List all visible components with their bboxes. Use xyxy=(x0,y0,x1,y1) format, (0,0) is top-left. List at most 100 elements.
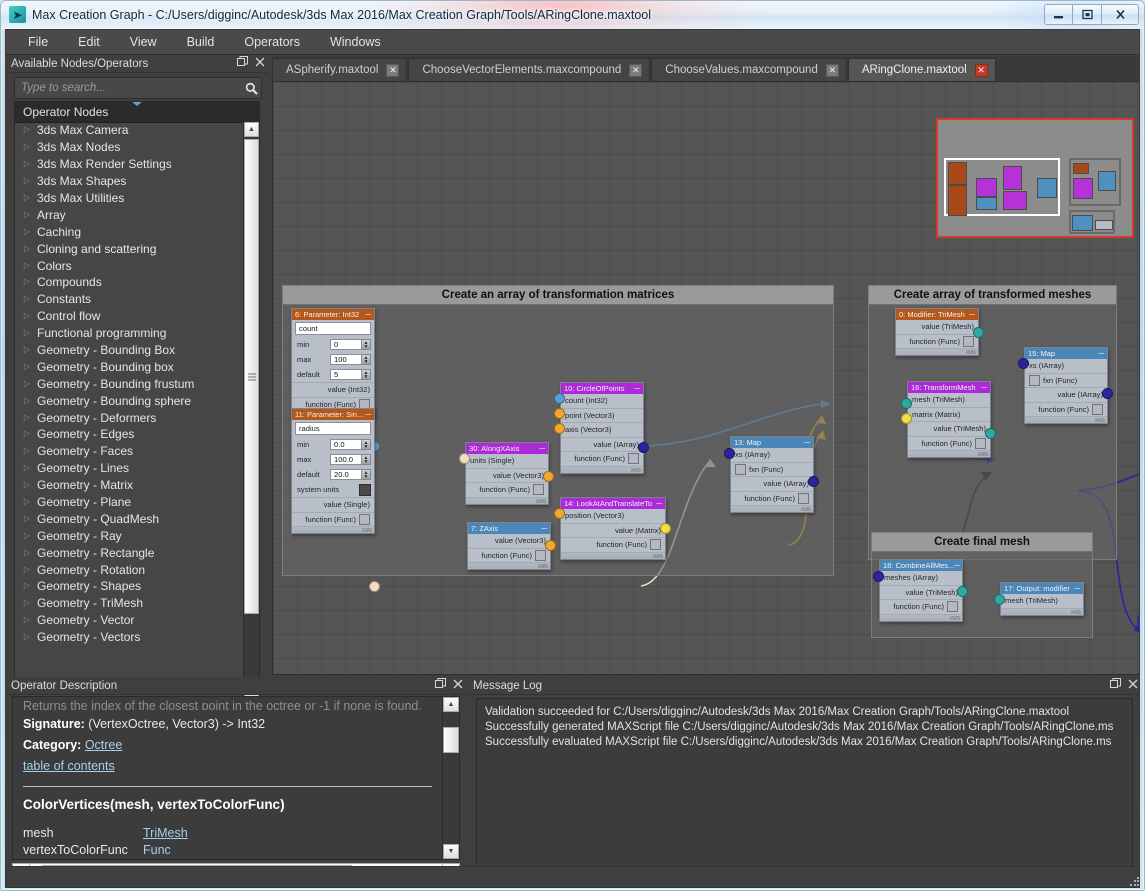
tree-item[interactable]: ▷ Geometry - Vectors xyxy=(15,629,245,646)
chevron-right-icon[interactable]: ▷ xyxy=(19,447,35,455)
close-icon[interactable] xyxy=(1128,679,1138,692)
node-7-zaxis[interactable]: 7: ZAxis ─ value (Vector3) function (Func… xyxy=(467,522,551,570)
chevron-right-icon[interactable]: ▷ xyxy=(19,413,35,422)
default-stepper[interactable]: 20.0 ▲ ▼ xyxy=(330,468,371,481)
min-value[interactable]: 0.0 xyxy=(330,438,362,451)
min-value[interactable]: 0 xyxy=(330,338,362,351)
restore-icon[interactable] xyxy=(435,678,446,692)
node-input-position[interactable]: position (Vector3) xyxy=(561,509,665,523)
node-output-function[interactable]: function (Func) xyxy=(896,333,978,349)
node-output-value[interactable]: value (Matrix) xyxy=(561,522,665,538)
scroll-up-icon[interactable]: ▲ xyxy=(443,697,459,712)
tree-header[interactable]: Operator Nodes xyxy=(15,102,259,123)
menu-edit[interactable]: Edit xyxy=(66,32,112,52)
collapse-icon[interactable]: ─ xyxy=(539,444,545,453)
tree-item[interactable]: ▷ Functional programming xyxy=(15,325,245,342)
port-xs-iarray[interactable] xyxy=(724,448,735,459)
func-socket[interactable] xyxy=(628,453,639,465)
fxn-socket[interactable] xyxy=(1029,374,1040,386)
node-resize-handle[interactable] xyxy=(908,450,990,457)
port-value-vector3[interactable] xyxy=(545,540,556,551)
node-input-axis[interactable]: axis (Vector3) xyxy=(561,422,643,437)
node-output-function[interactable]: function (Func) xyxy=(880,599,962,614)
restore-icon[interactable] xyxy=(1110,678,1121,692)
max-stepper[interactable]: 100 ▲ ▼ xyxy=(330,353,371,366)
node-output-value[interactable]: value (IArray) xyxy=(731,476,813,491)
node-15-map[interactable]: 15: Map ─ xs (IArray) fxn (Func) value (I… xyxy=(1024,347,1108,424)
chevron-right-icon[interactable]: ▷ xyxy=(19,616,35,624)
port-axis-vector3[interactable] xyxy=(554,423,565,434)
tree-item[interactable]: ▷ Geometry - Bounding sphere xyxy=(15,392,245,409)
chevron-right-icon[interactable]: ▷ xyxy=(19,244,35,253)
node-output-function[interactable]: function (Func) xyxy=(292,511,374,527)
node-header[interactable]: 11: Parameter: Sin... ─ xyxy=(292,409,374,420)
stepper-arrows[interactable]: ▲ ▼ xyxy=(362,438,371,451)
chevron-right-icon[interactable]: ▷ xyxy=(19,362,35,371)
search-icon[interactable] xyxy=(241,82,261,95)
tree-item[interactable]: ▷ 3ds Max Camera xyxy=(15,122,245,139)
title-bar[interactable]: ➤ Max Creation Graph - C:/Users/digginc/… xyxy=(1,1,1144,29)
document-tab[interactable]: ARingClone.maxtool ✕ xyxy=(847,58,996,81)
node-output-value[interactable]: value (TriMesh) xyxy=(908,421,990,436)
node-resize-handle[interactable] xyxy=(896,348,978,355)
node-output-value[interactable]: value (IArray) xyxy=(561,436,643,452)
stepper-arrows[interactable]: ▲ ▼ xyxy=(362,338,371,351)
node-output-function[interactable]: function (Func) xyxy=(561,451,643,466)
collapse-icon[interactable]: ─ xyxy=(365,410,371,419)
node-output-value[interactable]: value (IArray) xyxy=(1025,387,1107,402)
node-30-alongxaxis[interactable]: 30: AlongXAxis ─ units (Single) value (Ve… xyxy=(465,442,549,505)
menu-windows[interactable]: Windows xyxy=(318,32,393,52)
tree-item[interactable]: ▷ Geometry - Faces xyxy=(15,443,245,460)
node-input-fxn[interactable]: fxn (Func) xyxy=(731,461,813,477)
tab-close-icon[interactable]: ✕ xyxy=(974,63,988,77)
node-input-mesh[interactable]: mesh (TriMesh) xyxy=(1001,594,1083,608)
close-icon[interactable] xyxy=(255,57,265,70)
func-socket[interactable] xyxy=(533,484,544,496)
operator-nodes-tree[interactable]: Operator Nodes ▷ 3ds Max Camera ▷ 3ds Max N… xyxy=(14,101,260,698)
param-max[interactable]: max 100 ▲ ▼ xyxy=(292,352,374,367)
tree-item[interactable]: ▷ Array xyxy=(15,206,245,223)
chevron-right-icon[interactable]: ▷ xyxy=(19,582,35,590)
collapse-icon[interactable]: ─ xyxy=(1074,584,1080,593)
tab-close-icon[interactable]: ✕ xyxy=(825,63,839,77)
tree-item[interactable]: ▷ Geometry - Lines xyxy=(15,460,245,477)
tree-item[interactable]: ▷ Geometry - Edges xyxy=(15,426,245,443)
tree-item[interactable]: ▷ 3ds Max Utilities xyxy=(15,190,245,207)
node-output-value[interactable]: value (TriMesh) xyxy=(896,320,978,334)
port-value-trimesh[interactable] xyxy=(973,327,984,338)
stepper-arrows[interactable]: ▲ ▼ xyxy=(362,453,371,466)
menu-operators[interactable]: Operators xyxy=(232,32,312,52)
tree-item[interactable]: ▷ 3ds Max Nodes xyxy=(15,139,245,156)
scrollbar-thumb[interactable] xyxy=(244,139,259,614)
chevron-right-icon[interactable]: ▷ xyxy=(19,143,35,151)
tree-item[interactable]: ▷ Control flow xyxy=(15,308,245,325)
chevron-right-icon[interactable]: ▷ xyxy=(19,295,35,303)
message-log-content[interactable]: Validation succeeded for C:/Users/diggin… xyxy=(476,698,1133,878)
tree-item[interactable]: ▷ Geometry - Deformers xyxy=(15,409,245,426)
max-value[interactable]: 100.0 xyxy=(330,453,362,466)
tree-item[interactable]: ▷ 3ds Max Shapes xyxy=(15,173,245,190)
node-18-combineallmeshes[interactable]: 18: CombineAllMes... ─ meshes (IArray) va… xyxy=(879,559,963,622)
node-11-parameter-single[interactable]: 11: Parameter: Sin... ─ radius min 0.0 ▲ ▼ … xyxy=(291,408,375,534)
node-header[interactable]: 15: Map ─ xyxy=(1025,348,1107,359)
port-meshes-iarray[interactable] xyxy=(873,571,884,582)
func-socket[interactable] xyxy=(947,601,958,613)
collapse-icon[interactable]: ─ xyxy=(656,499,662,508)
node-output-value[interactable]: value (Vector3) xyxy=(466,467,548,483)
port-mesh-trimesh[interactable] xyxy=(994,594,1005,605)
scroll-down-icon[interactable]: ▼ xyxy=(443,844,459,859)
tree-item-list[interactable]: ▷ 3ds Max Camera ▷ 3ds Max Nodes ▷ 3ds Max Re… xyxy=(15,122,245,697)
tree-item[interactable]: ▷ Geometry - Bounding box xyxy=(15,358,245,375)
node-input-mesh[interactable]: mesh (TriMesh) xyxy=(908,393,990,407)
tree-item[interactable]: ▷ Constants xyxy=(15,291,245,308)
node-output-function[interactable]: function (Func) xyxy=(731,490,813,506)
port-xs-iarray[interactable] xyxy=(1018,358,1029,369)
max-stepper[interactable]: 100.0 ▲ ▼ xyxy=(330,453,371,466)
port-value-trimesh[interactable] xyxy=(957,586,968,597)
node-output-value[interactable]: value (Vector3) xyxy=(468,534,550,548)
tree-item[interactable]: ▷ Geometry - Plane xyxy=(15,494,245,511)
chevron-right-icon[interactable]: ▷ xyxy=(19,396,35,405)
node-header[interactable]: 0: Modifier: TriMesh ─ xyxy=(896,309,978,320)
func-socket[interactable] xyxy=(359,513,370,525)
chevron-right-icon[interactable]: ▷ xyxy=(19,194,35,202)
